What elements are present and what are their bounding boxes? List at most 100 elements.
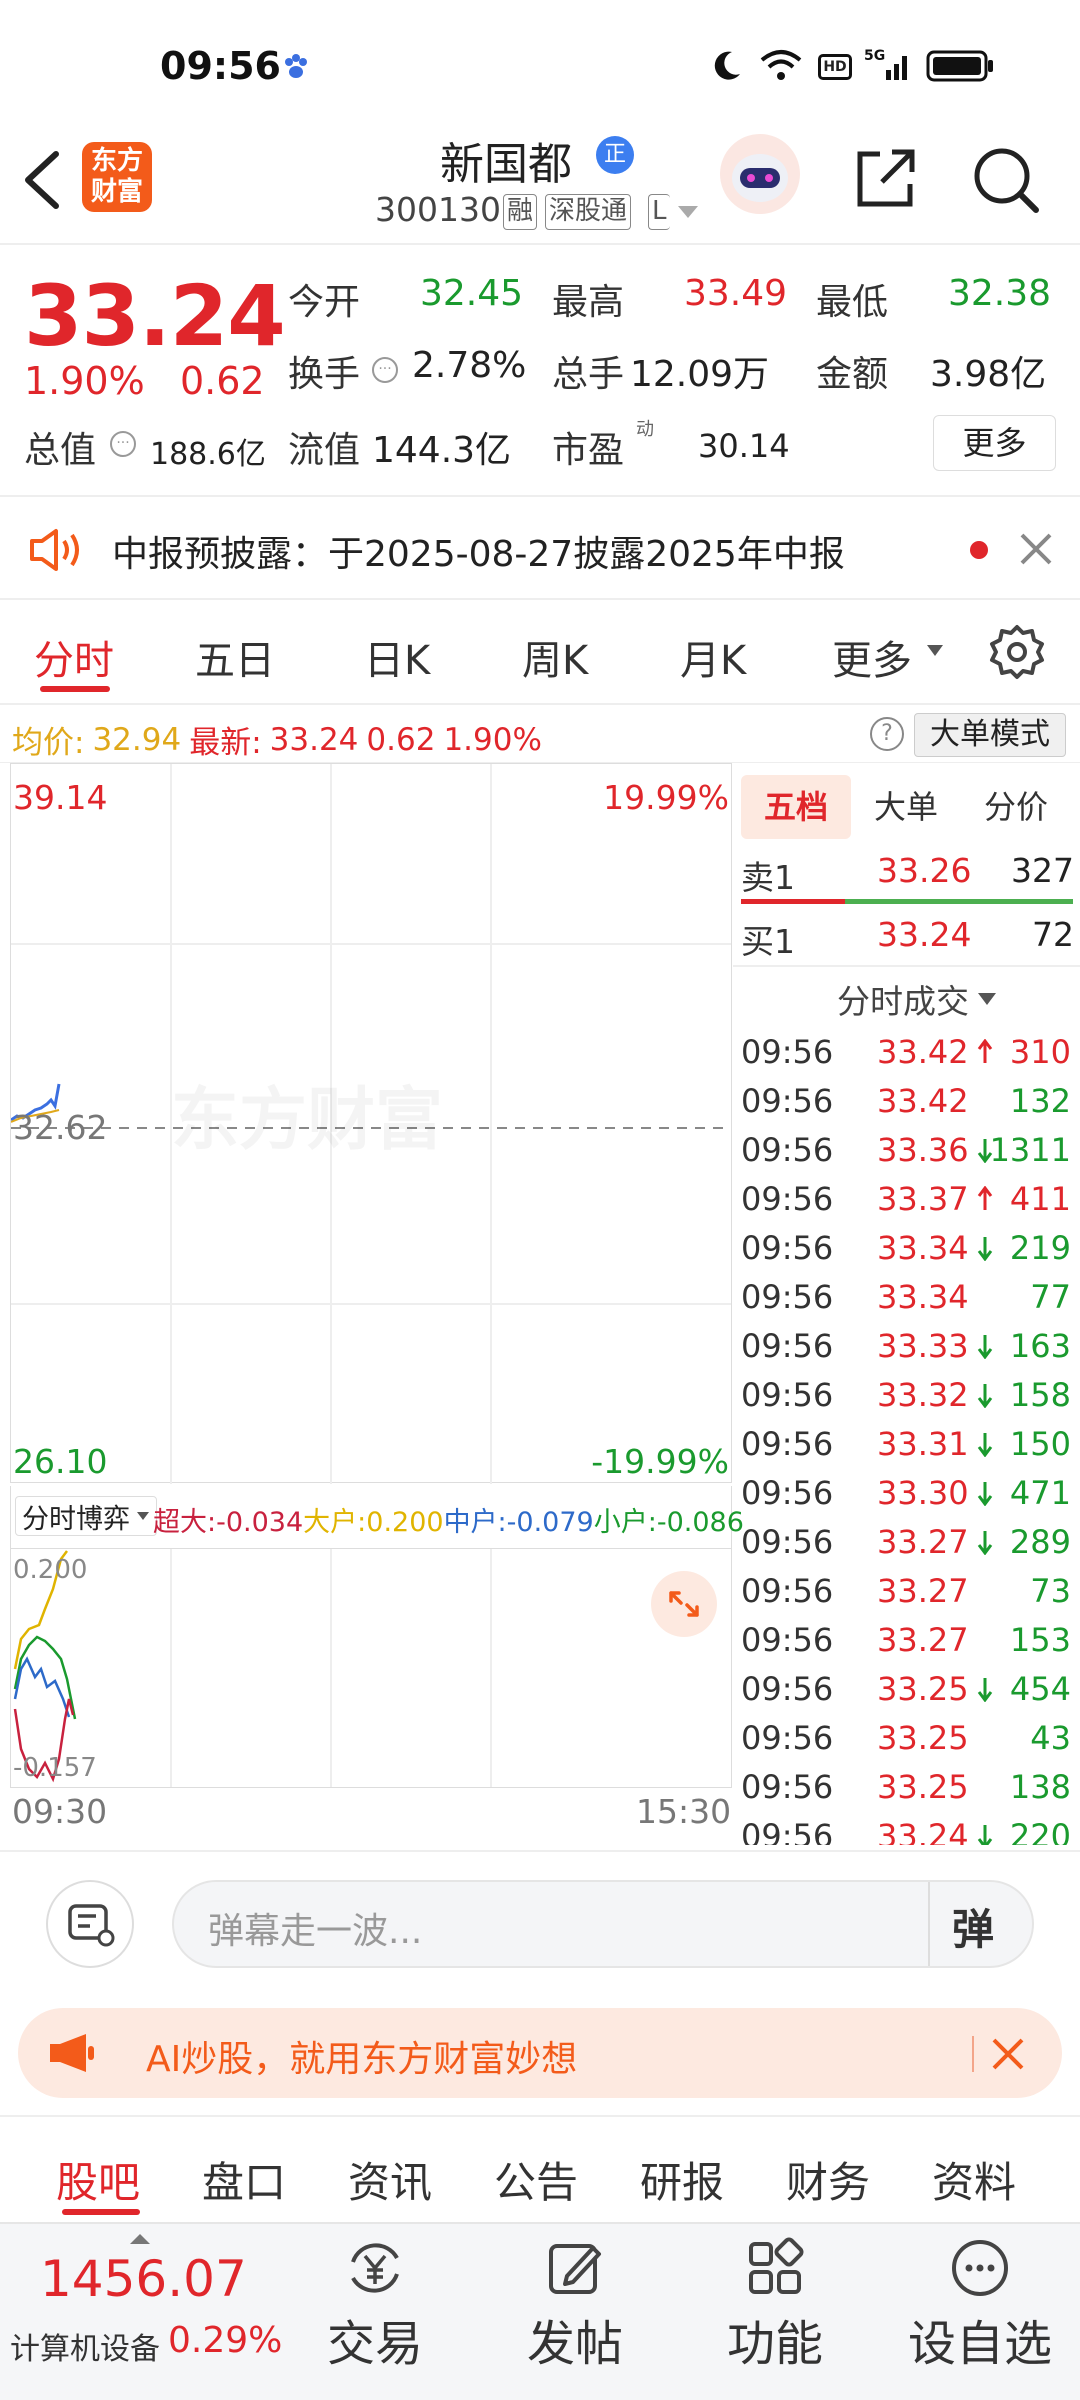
- fund-flow-chart[interactable]: 0.200 -0.157: [10, 1548, 732, 1788]
- tag-connect: 深股通: [545, 194, 632, 230]
- tick-price: 33.25: [877, 1670, 969, 1708]
- index-value[interactable]: 1456.07: [40, 2250, 247, 2308]
- price-info-line: 均价: 32.94 最新: 33.24 0.62 1.90% ? 大单模式: [0, 705, 1080, 763]
- tick-time: 09:56: [741, 1376, 834, 1414]
- tab-finance[interactable]: 财务: [786, 2149, 870, 2210]
- danmaku-settings-button[interactable]: [46, 1880, 134, 1968]
- tick-row: 09:56 33.34 219: [741, 1225, 1071, 1274]
- info-dots-icon[interactable]: ···: [110, 431, 136, 457]
- more-quote-button[interactable]: 更多: [933, 415, 1056, 471]
- tab-weekly-k[interactable]: 周K: [522, 628, 588, 686]
- order-book-panel: 五档 大单 分价 卖1 33.26 327 买1 33.24 72 分时成交 0…: [733, 763, 1080, 1845]
- tick-price: 33.25: [877, 1719, 969, 1757]
- eastmoney-logo[interactable]: 东方 财富: [82, 142, 152, 212]
- tick-list[interactable]: 09:56 33.42 310 09:56 33.42 132 09:56 33.36 1311…: [733, 1029, 1080, 1845]
- gear-icon[interactable]: [988, 622, 1046, 680]
- fund-flow-legend: 分时博弈 超大:-0.034大户:0.200中户:-0.079小户:-0.086: [10, 1486, 744, 1548]
- float-label: 流值: [288, 430, 361, 471]
- edit-icon: [549, 2244, 601, 2294]
- tag-l: L: [648, 194, 670, 230]
- tick-volume: 1311: [989, 1131, 1071, 1169]
- tab-profile[interactable]: 资料: [932, 2149, 1016, 2210]
- intraday-chart[interactable]: 东方财富 39.14 19.99% 32.62 26.10 -19.99%: [10, 763, 732, 1484]
- pe-value: 30.14: [698, 427, 790, 465]
- buy1-volume: 72: [1032, 915, 1074, 954]
- notice-bar[interactable]: 中报预披露：于2025-08-27披露2025年中报: [0, 495, 1080, 600]
- tab-five-levels[interactable]: 五档: [741, 775, 851, 839]
- big-order-mode-button[interactable]: 大单模式: [914, 713, 1066, 757]
- tab-monthly-k[interactable]: 月K: [680, 628, 746, 686]
- tick-price: 33.34: [877, 1229, 969, 1267]
- tab-intraday[interactable]: 分时: [34, 628, 114, 686]
- tick-row: 09:56 33.27 289: [741, 1519, 1071, 1568]
- close-icon[interactable]: [990, 2036, 1026, 2072]
- share-icon[interactable]: [852, 144, 920, 212]
- tab-big-orders[interactable]: 大单: [851, 775, 961, 839]
- back-arrow-icon[interactable]: [20, 150, 64, 210]
- danmaku-send-button[interactable]: 弹: [952, 1896, 994, 1957]
- caret-down-icon: [978, 993, 996, 1005]
- open-label: 今开: [288, 282, 361, 323]
- big-label: 大户:: [303, 1507, 367, 1538]
- more-circle-icon: [952, 2240, 1008, 2296]
- low-label: 最低: [816, 282, 889, 323]
- tab-daily-k[interactable]: 日K: [364, 628, 430, 686]
- svg-text:5G: 5G: [864, 48, 885, 64]
- post-button[interactable]: 发帖: [500, 2236, 650, 2374]
- info-dots-icon[interactable]: ···: [372, 357, 398, 383]
- robot-assistant-icon[interactable]: [718, 132, 802, 216]
- caret-down-icon[interactable]: [676, 204, 700, 220]
- wifi-icon: [760, 50, 802, 80]
- tick-price: 33.36: [877, 1131, 969, 1169]
- tick-time: 09:56: [741, 1474, 834, 1512]
- ai-banner[interactable]: AI炒股，就用东方财富妙想: [18, 2008, 1062, 2098]
- tick-row: 09:56 33.33 163: [741, 1323, 1071, 1372]
- flow-selector[interactable]: 分时博弈: [15, 1496, 157, 1536]
- stock-header: 东方 财富 新国都 正 300130 融 深股通 L: [0, 120, 1080, 245]
- add-watchlist-button[interactable]: 设自选: [905, 2236, 1055, 2374]
- tick-row: 09:56 33.34 77: [741, 1274, 1071, 1323]
- tab-market[interactable]: 盘口: [202, 2149, 286, 2210]
- flow-selector-label: 分时博弈: [22, 1503, 130, 1535]
- turnover-label: 换手: [288, 354, 361, 395]
- tick-price: 33.27: [877, 1523, 969, 1561]
- verified-badge: 正: [596, 136, 634, 174]
- expand-button[interactable]: [651, 1571, 717, 1637]
- buy-bar: [845, 899, 1073, 904]
- tick-price: 33.42: [877, 1082, 969, 1120]
- tab-forum[interactable]: 股吧: [56, 2149, 140, 2210]
- change-percent: 1.90%: [24, 359, 145, 403]
- sell1-price: 33.26: [877, 851, 972, 890]
- tick-time: 09:56: [741, 1425, 834, 1463]
- chart-top-percent: 19.99%: [603, 778, 729, 817]
- search-icon[interactable]: [970, 144, 1042, 216]
- danmaku-input[interactable]: 弹幕走一波... 弹: [172, 1880, 1034, 1968]
- tick-volume: 220: [1009, 1817, 1071, 1845]
- arrow-down-icon: [977, 1482, 993, 1506]
- mid-label: 中户:: [443, 1507, 507, 1538]
- latest-percent: 1.90%: [443, 721, 542, 758]
- tab-news[interactable]: 资讯: [348, 2149, 432, 2210]
- arrow-down-icon: [977, 1678, 993, 1702]
- baidu-paw-icon: [285, 54, 307, 78]
- features-button[interactable]: 功能: [700, 2236, 850, 2374]
- tab-more[interactable]: 更多: [832, 628, 912, 686]
- flow-canvas: [13, 1549, 492, 1787]
- tick-time: 09:56: [741, 1327, 834, 1365]
- tick-price: 33.27: [877, 1572, 969, 1610]
- tick-price: 33.25: [877, 1768, 969, 1806]
- help-icon[interactable]: ?: [870, 717, 904, 751]
- tick-volume: 150: [1009, 1425, 1071, 1463]
- arrow-up-icon: [977, 1039, 993, 1063]
- tab-announcements[interactable]: 公告: [494, 2149, 578, 2210]
- close-icon[interactable]: [1018, 531, 1054, 567]
- tab-research[interactable]: 研报: [640, 2149, 724, 2210]
- tab-five-day[interactable]: 五日: [195, 628, 275, 686]
- volume-value: 12.09万: [630, 354, 770, 395]
- float-value: 144.3亿: [372, 430, 512, 471]
- tab-price-distribution[interactable]: 分价: [961, 775, 1071, 839]
- ticks-title[interactable]: 分时成交: [837, 975, 997, 1023]
- caret-up-icon[interactable]: [128, 2232, 152, 2246]
- trade-button[interactable]: 交易: [300, 2236, 450, 2374]
- tick-price: 33.34: [877, 1278, 969, 1316]
